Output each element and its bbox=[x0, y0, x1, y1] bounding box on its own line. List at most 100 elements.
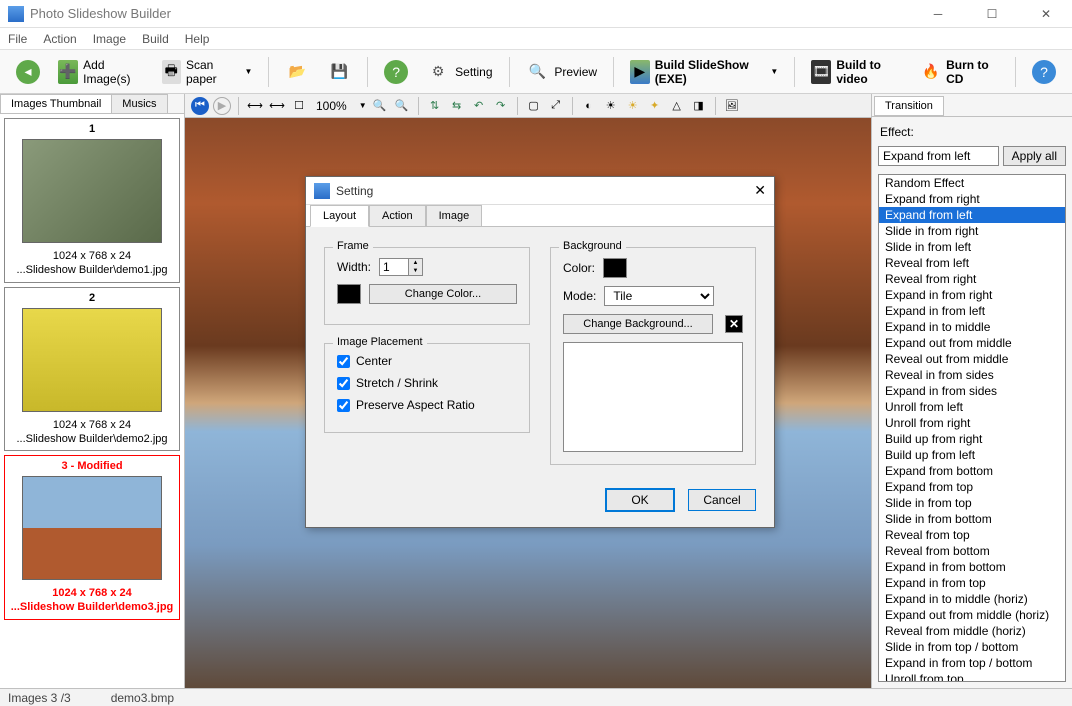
effect-list-item[interactable]: Expand in from top bbox=[879, 575, 1065, 591]
stretch-checkbox[interactable]: Stretch / Shrink bbox=[337, 376, 517, 390]
minimize-button[interactable]: ─ bbox=[920, 7, 956, 21]
flip-h-icon[interactable]: ⇆ bbox=[448, 97, 466, 115]
triangle-icon[interactable]: △ bbox=[668, 97, 686, 115]
width-spinner[interactable]: ▲▼ bbox=[379, 258, 423, 276]
menu-image[interactable]: Image bbox=[93, 32, 126, 46]
rotate-left-icon[interactable]: ↶ bbox=[470, 97, 488, 115]
effects-icon[interactable]: 🖼 bbox=[723, 97, 741, 115]
effect-list-item[interactable]: Expand in to middle bbox=[879, 319, 1065, 335]
effect-list-item[interactable]: Unroll from right bbox=[879, 415, 1065, 431]
change-background-button[interactable]: Change Background... bbox=[563, 314, 713, 334]
effect-list-item[interactable]: Expand from right bbox=[879, 191, 1065, 207]
tab-transition[interactable]: Transition bbox=[874, 96, 944, 116]
compare-icon[interactable]: ◨ bbox=[690, 97, 708, 115]
effect-list[interactable]: Random EffectExpand from rightExpand fro… bbox=[878, 174, 1066, 682]
effect-list-item[interactable]: Slide in from right bbox=[879, 223, 1065, 239]
effect-list-item[interactable]: Reveal from right bbox=[879, 271, 1065, 287]
scan-paper-button[interactable]: 🖶Scan paper▼ bbox=[156, 55, 259, 89]
center-checkbox[interactable]: Center bbox=[337, 354, 517, 368]
play-icon[interactable]: ▶ bbox=[213, 97, 231, 115]
flip-v-icon[interactable]: ⇅ bbox=[426, 97, 444, 115]
tab-images-thumbnail[interactable]: Images Thumbnail bbox=[0, 94, 112, 113]
width-input[interactable] bbox=[380, 259, 408, 275]
effect-list-item[interactable]: Build up from left bbox=[879, 447, 1065, 463]
clear-background-button[interactable]: ✕ bbox=[725, 315, 743, 333]
effect-list-item[interactable]: Reveal in from sides bbox=[879, 367, 1065, 383]
dialog-tab-action[interactable]: Action bbox=[369, 205, 426, 227]
effect-list-item[interactable]: Expand from bottom bbox=[879, 463, 1065, 479]
menu-action[interactable]: Action bbox=[43, 32, 76, 46]
zoom-in-icon[interactable]: 🔍 bbox=[393, 97, 411, 115]
effect-list-item[interactable]: Build up from right bbox=[879, 431, 1065, 447]
thumbnail-item[interactable]: 2 1024 x 768 x 24 ...Slideshow Builder\d… bbox=[4, 287, 180, 452]
resize-icon[interactable]: ⤢ bbox=[547, 97, 565, 115]
crop-icon[interactable]: ▢ bbox=[525, 97, 543, 115]
menu-file[interactable]: File bbox=[8, 32, 27, 46]
close-button[interactable]: ✕ bbox=[1028, 7, 1064, 21]
help-button[interactable]: ? bbox=[1026, 57, 1062, 87]
cancel-button[interactable]: Cancel bbox=[688, 489, 756, 511]
mode-select[interactable]: Tile bbox=[604, 286, 714, 306]
thumbnail-item[interactable]: 3 - Modified 1024 x 768 x 24 ...Slidesho… bbox=[4, 455, 180, 620]
effect-list-item[interactable]: Reveal from middle (horiz) bbox=[879, 623, 1065, 639]
effect-list-item[interactable]: Slide in from top / bottom bbox=[879, 639, 1065, 655]
effect-list-item[interactable]: Expand in from top / bottom bbox=[879, 655, 1065, 671]
ok-button[interactable]: OK bbox=[606, 489, 674, 511]
effect-list-item[interactable]: Expand from left bbox=[879, 207, 1065, 223]
effect-list-item[interactable]: Expand in to middle (horiz) bbox=[879, 591, 1065, 607]
spin-up-icon[interactable]: ▲ bbox=[409, 259, 422, 267]
open-button[interactable]: 📂 bbox=[279, 57, 315, 87]
effect-list-item[interactable]: Reveal out from middle bbox=[879, 351, 1065, 367]
add-images-button[interactable]: ➕Add Image(s) bbox=[52, 55, 150, 89]
frame-color-swatch[interactable] bbox=[337, 284, 361, 304]
setting-button[interactable]: ⚙Setting bbox=[420, 57, 498, 87]
effect-list-item[interactable]: Slide in from bottom bbox=[879, 511, 1065, 527]
effect-list-item[interactable]: Expand out from middle (horiz) bbox=[879, 607, 1065, 623]
effect-list-item[interactable]: Expand in from bottom bbox=[879, 559, 1065, 575]
help-green-button[interactable]: ? bbox=[378, 57, 414, 87]
bg-color-swatch[interactable] bbox=[603, 258, 627, 278]
effect-list-item[interactable]: Slide in from top bbox=[879, 495, 1065, 511]
current-effect-input[interactable]: Expand from left bbox=[878, 146, 999, 166]
aspect-checkbox[interactable]: Preserve Aspect Ratio bbox=[337, 398, 517, 412]
brightness2-icon[interactable]: ☀ bbox=[624, 97, 642, 115]
actual-size-icon[interactable]: ☐ bbox=[290, 97, 308, 115]
thumbnail-item[interactable]: 1 1024 x 768 x 24 ...Slideshow Builder\d… bbox=[4, 118, 180, 283]
effect-list-item[interactable]: Unroll from top bbox=[879, 671, 1065, 682]
build-video-button[interactable]: 🎞Build to video bbox=[805, 55, 909, 89]
save-button[interactable]: 💾 bbox=[321, 57, 357, 87]
effect-list-item[interactable]: Reveal from bottom bbox=[879, 543, 1065, 559]
effect-list-item[interactable]: Expand in from sides bbox=[879, 383, 1065, 399]
effect-list-item[interactable]: Unroll from left bbox=[879, 399, 1065, 415]
spin-down-icon[interactable]: ▼ bbox=[409, 267, 422, 275]
tab-musics[interactable]: Musics bbox=[111, 94, 167, 113]
brightness-icon[interactable]: ☀ bbox=[602, 97, 620, 115]
zoom-out-icon[interactable]: 🔍 bbox=[371, 97, 389, 115]
preview-button[interactable]: 🔍Preview bbox=[519, 57, 603, 87]
fit-height-icon[interactable]: ⟷ bbox=[268, 97, 286, 115]
menu-help[interactable]: Help bbox=[185, 32, 210, 46]
effect-list-item[interactable]: Reveal from left bbox=[879, 255, 1065, 271]
rotate-right-icon[interactable]: ↷ bbox=[492, 97, 510, 115]
dialog-tab-layout[interactable]: Layout bbox=[310, 205, 369, 227]
sparkle-icon[interactable]: ✦ bbox=[646, 97, 664, 115]
change-color-button[interactable]: Change Color... bbox=[369, 284, 517, 304]
effect-list-item[interactable]: Slide in from left bbox=[879, 239, 1065, 255]
dialog-close-button[interactable]: ✕ bbox=[754, 182, 766, 199]
apply-all-button[interactable]: Apply all bbox=[1003, 146, 1066, 166]
effect-list-item[interactable]: Expand from top bbox=[879, 479, 1065, 495]
contrast-icon[interactable]: ◐ bbox=[580, 97, 598, 115]
maximize-button[interactable]: ☐ bbox=[974, 7, 1010, 21]
menu-build[interactable]: Build bbox=[142, 32, 169, 46]
build-slideshow-button[interactable]: ▶Build SlideShow (EXE)▼ bbox=[624, 55, 784, 89]
zoom-dropdown[interactable]: ▼ bbox=[359, 101, 367, 110]
effect-list-item[interactable]: Random Effect bbox=[879, 175, 1065, 191]
effect-list-item[interactable]: Expand in from right bbox=[879, 287, 1065, 303]
first-icon[interactable]: ⏮ bbox=[191, 97, 209, 115]
back-button[interactable]: ◂ bbox=[10, 57, 46, 87]
effect-list-item[interactable]: Expand out from middle bbox=[879, 335, 1065, 351]
fit-width-icon[interactable]: ⟷ bbox=[246, 97, 264, 115]
dialog-tab-image[interactable]: Image bbox=[426, 205, 483, 227]
effect-list-item[interactable]: Reveal from top bbox=[879, 527, 1065, 543]
effect-list-item[interactable]: Expand in from left bbox=[879, 303, 1065, 319]
